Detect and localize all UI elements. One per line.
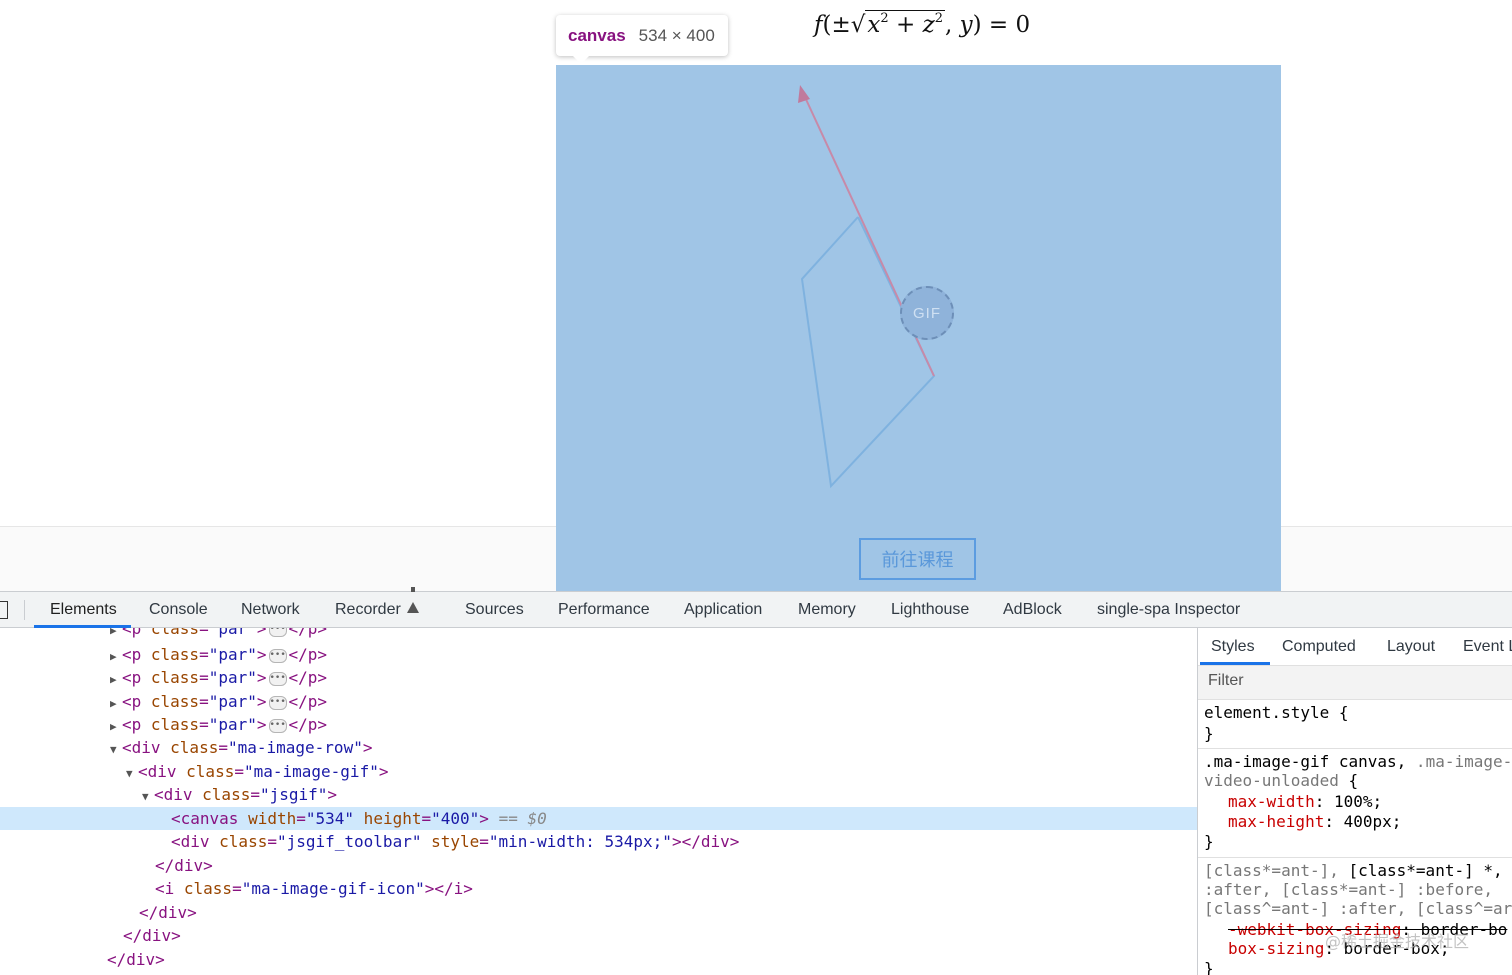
expand-arrow-icon[interactable]: ▶ xyxy=(110,645,122,668)
tab-styles[interactable]: Styles xyxy=(1211,628,1255,665)
go-to-course-button[interactable]: 前往课程 xyxy=(859,538,976,580)
tab-computed[interactable]: Computed xyxy=(1282,628,1356,665)
devtools-tab-bar: Elements Console Network Recorder Source… xyxy=(0,587,1512,628)
dom-node-i-gif-icon[interactable]: <i class="ma-image-gif-icon"></i> xyxy=(0,877,1197,900)
formula-sqrt: √x2 + z2 xyxy=(850,10,945,38)
tab-sources[interactable]: Sources xyxy=(465,592,524,628)
tooltip-arrow xyxy=(572,55,590,64)
tab-lighthouse[interactable]: Lighthouse xyxy=(891,592,969,628)
dom-node-p[interactable]: ▶ <p class="par"> ••• </p> xyxy=(0,666,1197,689)
canvas-highlight-overlay[interactable]: GIF 前往课程 xyxy=(556,65,1281,591)
rule-selector-line2: video-unloaded { xyxy=(1204,771,1359,790)
formula-x: x xyxy=(867,12,881,38)
expand-arrow-icon[interactable]: ▶ xyxy=(110,715,122,738)
formula-exp-1: 2 xyxy=(880,11,889,26)
dom-node-close-div[interactable]: </div> xyxy=(0,948,1197,971)
flask-icon xyxy=(406,587,419,613)
collapse-arrow-icon[interactable]: ▼ xyxy=(126,762,138,785)
tab-single-spa-inspector[interactable]: single-spa Inspector xyxy=(1097,592,1240,628)
styles-sidebar: Styles Computed Layout Event L Filter el… xyxy=(1197,628,1512,975)
tab-recorder[interactable]: Recorder xyxy=(335,587,419,628)
inspect-tooltip: canvas 534 × 400 xyxy=(556,15,728,56)
rule-close: } xyxy=(1204,724,1214,743)
devtools-panel: Elements Console Network Recorder Source… xyxy=(0,587,1512,975)
formula-func: f xyxy=(814,12,823,38)
expand-arrow-icon[interactable]: ▶ xyxy=(110,668,122,691)
tab-elements[interactable]: Elements xyxy=(50,592,117,628)
formula-open: (± xyxy=(822,12,851,38)
ellipsis-icon[interactable]: ••• xyxy=(268,671,287,686)
formula-z: z xyxy=(922,12,935,38)
rule-selector: .ma-image-gif canvas, .ma-image- xyxy=(1204,752,1512,771)
tab-adblock[interactable]: AdBlock xyxy=(1003,592,1062,628)
tooltip-tag-name: canvas xyxy=(568,25,626,45)
collapse-arrow-icon[interactable]: ▼ xyxy=(110,738,122,761)
styles-tab-bar: Styles Computed Layout Event L xyxy=(1198,628,1512,666)
dom-node-div-image-gif[interactable]: ▼ <div class="ma-image-gif"> xyxy=(0,760,1197,783)
formula-exp-2: 2 xyxy=(934,11,943,26)
rule-selector: element.style { xyxy=(1204,703,1349,722)
tab-separator xyxy=(24,600,25,620)
tab-event-listeners[interactable]: Event L xyxy=(1463,628,1512,665)
tab-memory[interactable]: Memory xyxy=(798,592,856,628)
dom-node-p[interactable]: ▶ <p class="par"> ••• </p> xyxy=(0,713,1197,736)
tooltip-dimensions: 534 × 400 xyxy=(638,25,715,45)
rule-selector-line2: :after, [class*=ant-] :before, xyxy=(1204,880,1493,899)
rule-close: } xyxy=(1204,832,1214,851)
red-vector-arrowhead xyxy=(798,85,810,103)
gif-play-icon[interactable]: GIF xyxy=(900,286,954,340)
rule-decl-max-height[interactable]: max-height: 400px; xyxy=(1228,812,1401,832)
watermark: @稀土掘金技术社区 xyxy=(1325,932,1470,951)
formula-close: ) = 0 xyxy=(972,12,1031,38)
rule-close: } xyxy=(1204,959,1214,975)
math-formula: f(±√x2 + z2, y) = 0 xyxy=(814,10,1031,38)
dom-node-div-toolbar[interactable]: <div class="jsgif_toolbar" style="min-wi… xyxy=(0,830,1197,853)
collapse-arrow-icon[interactable]: ▼ xyxy=(142,785,154,808)
styles-active-indicator xyxy=(1200,662,1270,665)
tab-console[interactable]: Console xyxy=(149,592,208,628)
dom-node-div-image-row[interactable]: ▼ <div class="ma-image-row"> xyxy=(0,736,1197,759)
dom-node-canvas-selected[interactable]: <canvas width="534" height="400"> == $0 xyxy=(0,807,1197,830)
blue-quadrilateral xyxy=(800,216,936,489)
dom-node-div-jsgif[interactable]: ▼ <div class="jsgif"> xyxy=(0,783,1197,806)
rule-selector: [class*=ant-], [class*=ant-] *, xyxy=(1204,861,1503,880)
css-rule-ant[interactable]: [class*=ant-], [class*=ant-] *, :after, … xyxy=(1198,858,1512,975)
tab-network[interactable]: Network xyxy=(241,592,300,628)
inspect-element-icon[interactable] xyxy=(0,601,8,619)
expand-arrow-icon[interactable]: ▶ xyxy=(110,628,122,642)
elements-dom-tree: ▶ <p class="par"> ••• </p> ▶ <p class="par">… xyxy=(0,628,1197,975)
rule-decl-max-width[interactable]: max-width: 100%; xyxy=(1228,792,1382,812)
dom-node-close-div[interactable]: </div> xyxy=(0,901,1197,924)
ellipsis-icon[interactable]: ••• xyxy=(268,718,287,733)
ellipsis-icon[interactable]: ••• xyxy=(268,695,287,710)
css-rule-element-style[interactable]: element.style { } xyxy=(1198,700,1512,749)
dom-node-close-div[interactable]: </div> xyxy=(0,854,1197,877)
filter-placeholder: Filter xyxy=(1208,672,1244,689)
ellipsis-icon[interactable]: ••• xyxy=(268,628,287,637)
css-rule-ma-image-gif[interactable]: .ma-image-gif canvas, .ma-image- video-u… xyxy=(1198,749,1512,858)
formula-plus: + xyxy=(888,12,923,38)
tab-recorder-label: Recorder xyxy=(335,601,401,618)
formula-y: y xyxy=(959,12,973,38)
dom-node-p[interactable]: ▶ <p class="par"> ••• </p> xyxy=(0,628,1197,640)
dom-node-p[interactable]: ▶ <p class="par"> ••• </p> xyxy=(0,643,1197,666)
rule-selector-line3: [class^=ant-] :after, [class^=ar xyxy=(1204,899,1512,918)
styles-filter-input[interactable]: Filter xyxy=(1198,666,1512,700)
tab-layout[interactable]: Layout xyxy=(1387,628,1435,665)
tab-application[interactable]: Application xyxy=(684,592,762,628)
dom-node-close-div[interactable]: </div> xyxy=(0,924,1197,947)
expand-arrow-icon[interactable]: ▶ xyxy=(110,692,122,715)
tab-performance[interactable]: Performance xyxy=(558,592,650,628)
ellipsis-icon[interactable]: ••• xyxy=(268,648,287,663)
dom-node-p[interactable]: ▶ <p class="par"> ••• </p> xyxy=(0,690,1197,713)
